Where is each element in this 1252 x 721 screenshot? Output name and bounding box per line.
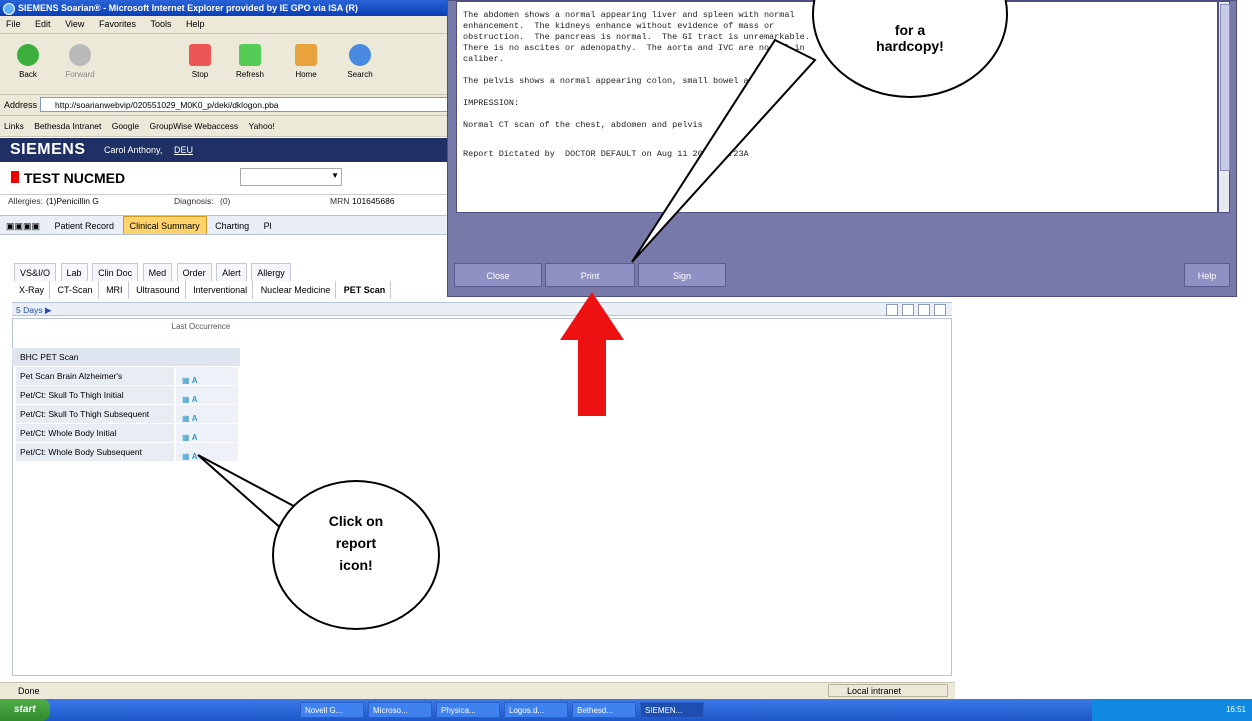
callout-text: hardcopy! — [876, 38, 944, 54]
callout-text: for a — [894, 22, 926, 38]
task-microsoft[interactable]: Microso... — [368, 702, 432, 718]
clock: 16:51 — [1225, 705, 1246, 714]
callout-text: Click on — [328, 513, 384, 529]
system-tray: 16:51 — [1092, 699, 1252, 721]
start-button[interactable]: start — [0, 699, 50, 721]
task-siemens[interactable]: SIEMEN... — [640, 702, 704, 718]
callout-text: report — [335, 535, 377, 551]
windows-taskbar: start Novell G... Microso... Physica... … — [0, 699, 1252, 721]
print-callout-pointer — [631, 38, 817, 263]
callout-pointers — [197, 38, 817, 547]
report-icon-callout-bubble: Click on report icon! — [272, 480, 440, 630]
task-bethesda[interactable]: Bethesd... — [572, 702, 636, 718]
red-up-arrow-icon — [560, 292, 624, 416]
task-novell[interactable]: Novell G... — [300, 702, 364, 718]
callout-text: icon! — [339, 557, 373, 573]
task-logos[interactable]: Logos.d... — [504, 702, 568, 718]
task-physica[interactable]: Physica... — [436, 702, 500, 718]
